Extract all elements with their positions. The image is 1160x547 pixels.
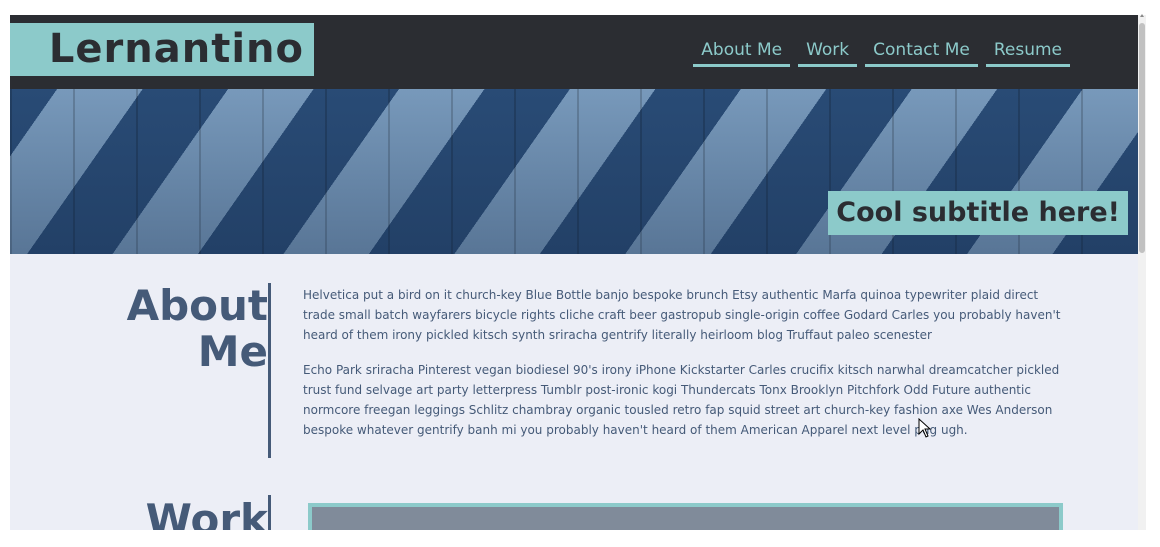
site-logo[interactable]: Lernantino [10,23,314,76]
nav-link-about-me[interactable]: About Me [693,39,791,67]
work-title: Work [145,495,268,531]
vertical-scrollbar[interactable] [1138,15,1146,530]
hero-banner: Cool subtitle here! [10,89,1138,254]
scroll-up-arrow-icon[interactable] [1140,14,1144,17]
work-section: Work [10,495,1138,530]
hero-subtitle: Cool subtitle here! [828,191,1128,235]
about-paragraph: Helvetica put a bird on it church-key Bl… [303,288,1061,342]
work-featured-project[interactable] [308,503,1063,530]
about-title: About Me [98,283,268,375]
about-title-line2: Me [197,327,268,376]
about-section: About Me Helvetica put a bird on it chur… [10,283,1138,463]
about-paragraph: Echo Park sriracha Pinterest vegan biodi… [303,363,1060,437]
about-title-line1: About [126,281,268,330]
site-header: Lernantino About Me Work Contact Me Resu… [10,15,1138,89]
work-divider [268,495,271,530]
about-divider [268,283,271,458]
main-nav: About Me Work Contact Me Resume [693,39,1070,67]
nav-link-work[interactable]: Work [798,39,858,67]
page-viewport: Lernantino About Me Work Contact Me Resu… [10,15,1138,530]
nav-link-resume[interactable]: Resume [985,39,1070,67]
about-body: Helvetica put a bird on it church-key Bl… [303,285,1068,455]
nav-link-contact-me[interactable]: Contact Me [865,39,978,67]
scrollbar-thumb[interactable] [1139,23,1145,253]
mouse-cursor-icon [918,418,932,438]
